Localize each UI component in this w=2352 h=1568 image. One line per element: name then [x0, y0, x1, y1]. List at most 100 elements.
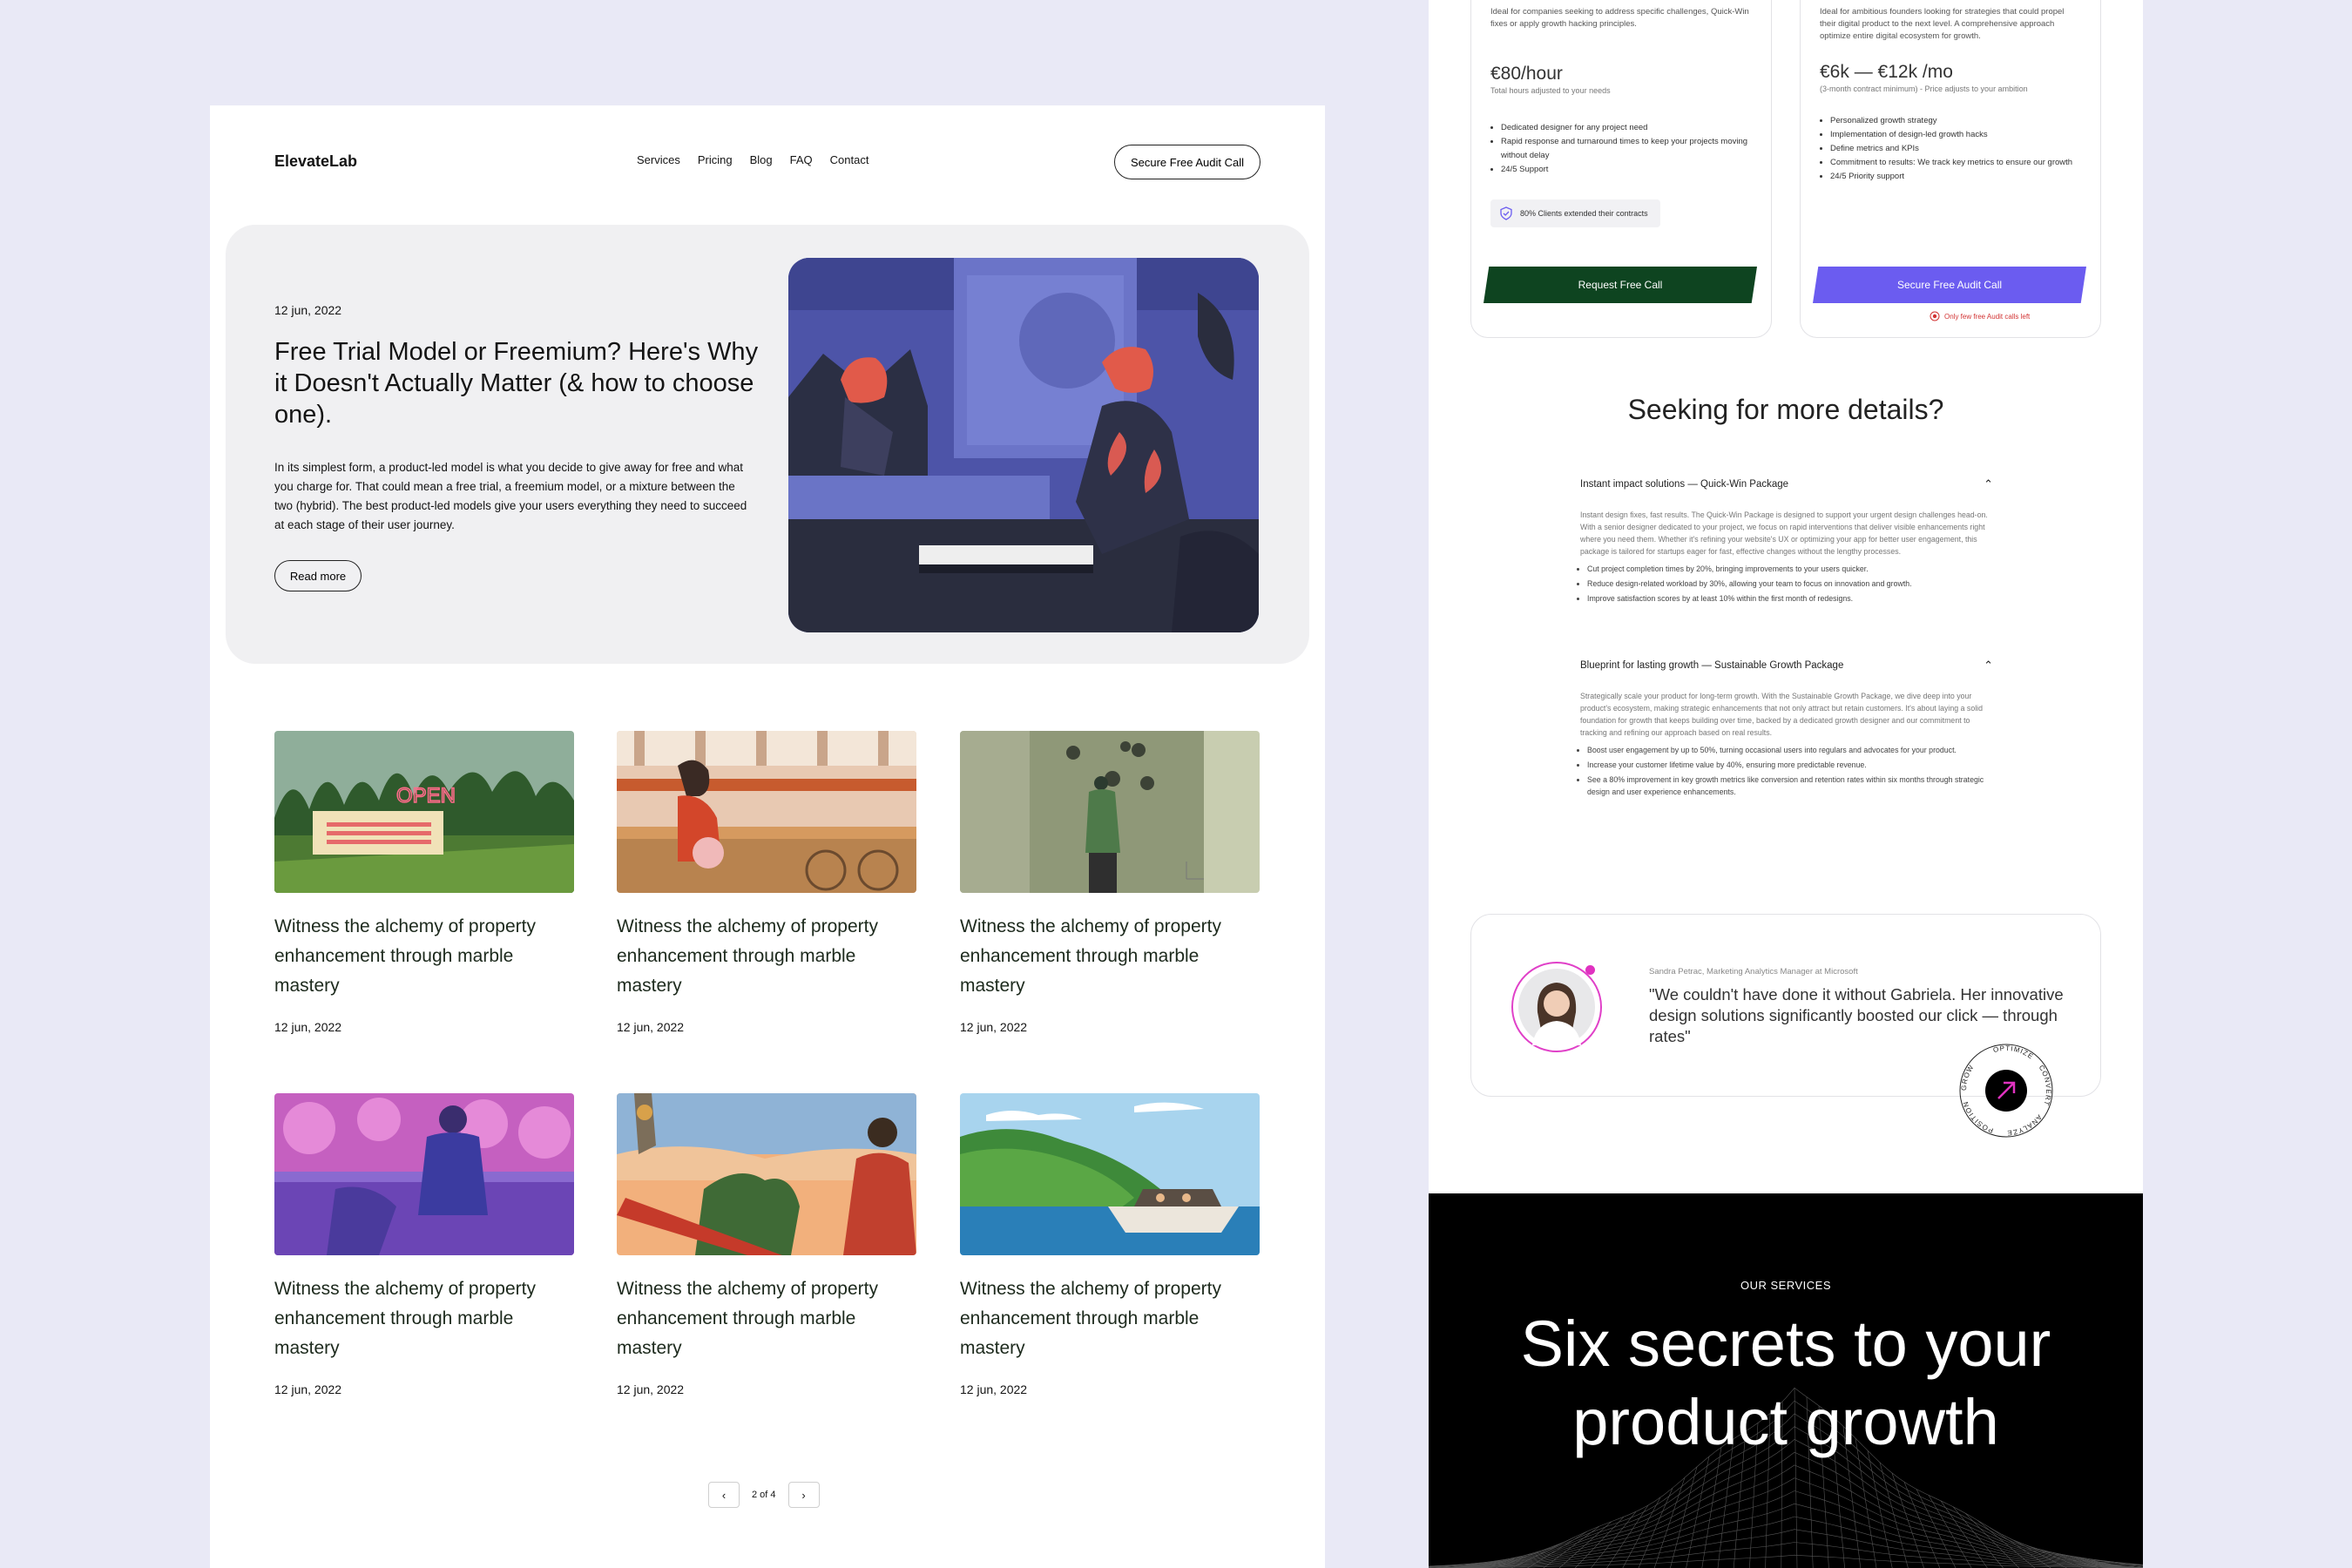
- nav-item-faq[interactable]: FAQ: [790, 153, 813, 166]
- mesh-line: [1574, 1517, 1625, 1568]
- featured-post: 12 jun, 2022 Free Trial Model or Freemiu…: [226, 225, 1309, 664]
- open-sign-illustration: OPEN: [274, 731, 574, 893]
- services-title-line1: Six secrets to your: [1520, 1308, 2051, 1380]
- next-page-button[interactable]: ›: [787, 1482, 820, 1508]
- scarcity-note-text: Only few free Audit calls left: [1944, 312, 2031, 321]
- faq-item-header[interactable]: Instant impact solutions — Quick-Win Pac…: [1580, 477, 1993, 491]
- shield-check-icon: [1500, 206, 1512, 220]
- plan-feature: Commitment to results: We track key metr…: [1830, 156, 2081, 170]
- post-date: 12 jun, 2022: [617, 1020, 685, 1034]
- faq-bullet: Boost user engagement by up to 50%, turn…: [1587, 744, 1993, 756]
- services-label: OUR SERVICES: [1740, 1279, 1831, 1292]
- post-title[interactable]: Witness the alchemy of property enhancem…: [960, 1274, 1260, 1363]
- svg-text:OPTIMIZE: OPTIMIZE: [1992, 1044, 2035, 1061]
- chevron-left-icon: ‹: [721, 1488, 727, 1502]
- secure-audit-call-button[interactable]: Secure Free Audit Call: [1114, 145, 1260, 179]
- plan-feature: Personalized growth strategy: [1830, 114, 2081, 128]
- post-thumbnail[interactable]: [960, 731, 1260, 893]
- post-thumbnail[interactable]: [617, 731, 916, 893]
- faq-item-title: Blueprint for lasting growth — Sustainab…: [1580, 660, 1844, 671]
- post-title[interactable]: Witness the alchemy of property enhancem…: [274, 1274, 574, 1363]
- nav-item-contact[interactable]: Contact: [830, 153, 869, 166]
- faq-item-body: Strategically scale your product for lon…: [1580, 692, 1984, 737]
- services-title: Six secrets to your product growth: [1429, 1305, 2143, 1462]
- coast-boat-illustration: [960, 1093, 1260, 1255]
- mesh-line: [1429, 1516, 2143, 1568]
- services-title-line2: product growth: [1572, 1386, 1999, 1458]
- details-heading: Seeking for more details?: [1627, 394, 1944, 425]
- plan-price: €6k — €12k /mo: [1820, 62, 1953, 82]
- faq-item-bullets: Cut project completion times by 20%, bri…: [1580, 563, 1993, 605]
- request-free-call-button[interactable]: Request Free Call: [1484, 267, 1757, 303]
- plan-price: €80/hour: [1490, 64, 1563, 84]
- featured-post-illustration[interactable]: [788, 258, 1259, 632]
- post-card[interactable]: Witness the alchemy of property enhancem…: [960, 1093, 1260, 1396]
- badge-word-optimize: OPTIMIZE: [1992, 1044, 2034, 1061]
- chevron-up-icon[interactable]: ⌃: [1984, 477, 1993, 491]
- shop-woman-illustration: [617, 731, 916, 893]
- post-thumbnail[interactable]: [960, 1093, 1260, 1255]
- prev-page-button[interactable]: ‹: [708, 1482, 740, 1508]
- post-date: 12 jun, 2022: [274, 1020, 342, 1034]
- svg-text:POSITION: POSITION: [1962, 1100, 1995, 1135]
- plan-features: Personalized growth strategy Implementat…: [1820, 114, 2081, 184]
- mesh-line: [1591, 1511, 1637, 1568]
- audience-illustration: [274, 1093, 574, 1255]
- post-card[interactable]: Witness the alchemy of property enhancem…: [274, 1093, 574, 1396]
- post-date: 12 jun, 2022: [617, 1382, 685, 1396]
- mesh-line: [1653, 1477, 1686, 1568]
- post-title[interactable]: Witness the alchemy of property enhancem…: [617, 1274, 916, 1363]
- pianist-illustration: [788, 258, 1259, 632]
- plan-features: Dedicated designer for any project need …: [1490, 121, 1752, 177]
- alert-dot-icon: [1930, 311, 1940, 321]
- post-card[interactable]: Witness the alchemy of property enhancem…: [617, 1093, 916, 1396]
- faq-bullet: See a 80% improvement in key growth metr…: [1587, 774, 1993, 798]
- mesh-line: [1638, 1488, 1673, 1568]
- nav-item-pricing[interactable]: Pricing: [698, 153, 733, 166]
- plan-note: (3-month contract minimum) - Price adjus…: [1820, 84, 2028, 93]
- testimonial-author: Sandra Petrac, Marketing Analytics Manag…: [1649, 967, 1858, 977]
- logo[interactable]: ElevateLab: [274, 152, 357, 171]
- post-thumbnail[interactable]: [274, 1093, 574, 1255]
- plan-feature: Implementation of design-led growth hack…: [1830, 128, 2081, 142]
- pricing-page: Ideal for companies seeking to address s…: [1429, 0, 2143, 1193]
- faq-item-sustainable-growth[interactable]: Blueprint for lasting growth — Sustainab…: [1580, 659, 1993, 801]
- mesh-line: [1916, 1489, 1957, 1568]
- svg-text:CONVERT: CONVERT: [2038, 1064, 2052, 1107]
- pricing-card-quick-win: Ideal for companies seeking to address s…: [1470, 0, 1772, 338]
- mesh-line: [1867, 1450, 1893, 1568]
- plan-feature: 24/5 Priority support: [1830, 170, 2081, 184]
- mesh-line: [1891, 1473, 1924, 1568]
- plan-description: Ideal for companies seeking to address s…: [1490, 7, 1749, 29]
- post-thumbnail[interactable]: OPEN: [274, 731, 574, 893]
- faq-bullet: Reduce design-related workload by 30%, a…: [1587, 578, 1993, 590]
- mesh-line: [2013, 1540, 2083, 1568]
- faq-item-quick-win[interactable]: Instant impact solutions — Quick-Win Pac…: [1580, 477, 1993, 607]
- read-more-button[interactable]: Read more: [274, 560, 362, 591]
- nav-item-blog[interactable]: Blog: [750, 153, 773, 166]
- post-thumbnail[interactable]: [617, 1093, 916, 1255]
- post-card[interactable]: Witness the alchemy of property enhancem…: [960, 731, 1260, 1034]
- chevron-up-icon[interactable]: ⌃: [1984, 659, 1993, 672]
- chevron-right-icon: ›: [801, 1488, 806, 1502]
- featured-post-title[interactable]: Free Trial Model or Freemium? Here's Why…: [274, 336, 762, 430]
- secure-free-audit-call-button[interactable]: Secure Free Audit Call: [1813, 267, 2086, 303]
- faq-item-header[interactable]: Blueprint for lasting growth — Sustainab…: [1580, 659, 1993, 672]
- post-card[interactable]: OPEN Witness the alchemy of property enh…: [274, 731, 574, 1034]
- post-title[interactable]: Witness the alchemy of property enhancem…: [617, 912, 916, 1001]
- faq-bullet: Increase your customer lifetime value by…: [1587, 759, 1993, 771]
- rotating-badge[interactable]: GROW OPTIMIZE CONVERT ANALYZE POSITION: [1956, 1040, 2057, 1141]
- badge-word-position: POSITION: [1962, 1100, 1994, 1135]
- badge-word-convert: CONVERT: [2038, 1064, 2051, 1107]
- faq-item-body: Instant design fixes, fast results. The …: [1580, 510, 1988, 556]
- post-card[interactable]: Witness the alchemy of property enhancem…: [617, 731, 916, 1034]
- post-title[interactable]: Witness the alchemy of property enhancem…: [274, 912, 574, 1001]
- mesh-line: [1940, 1500, 1988, 1568]
- mesh-line: [1701, 1447, 1722, 1568]
- mesh-line: [2001, 1534, 2067, 1568]
- blog-page: ElevateLab Services Pricing Blog FAQ Con…: [210, 105, 1325, 1568]
- nav-item-services[interactable]: Services: [637, 153, 680, 166]
- post-title[interactable]: Witness the alchemy of property enhancem…: [960, 912, 1260, 1001]
- mesh-line: [2025, 1544, 2099, 1568]
- post-date: 12 jun, 2022: [274, 1382, 342, 1396]
